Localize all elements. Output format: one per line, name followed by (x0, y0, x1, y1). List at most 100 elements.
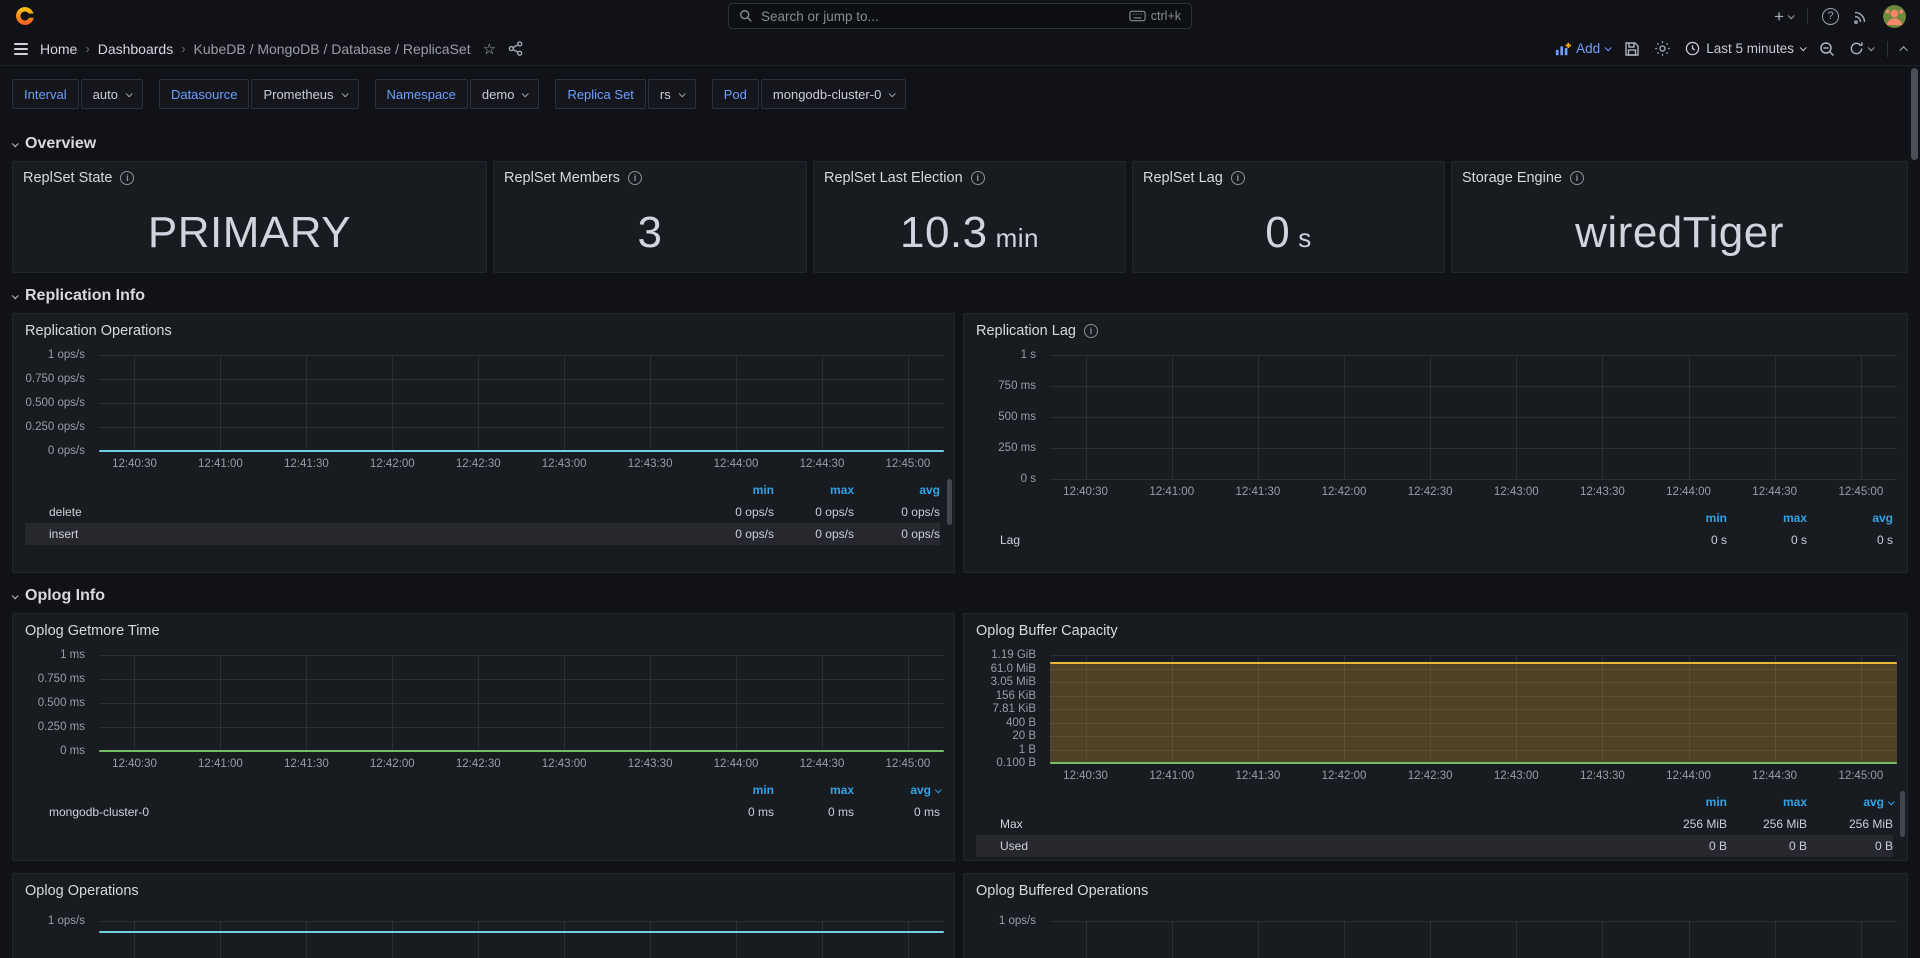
variables-row: IntervalautoDatasourcePrometheusNamespac… (12, 66, 1908, 121)
y-axis-tick: 400 B (1006, 717, 1036, 729)
variable-label: Interval (12, 79, 79, 109)
star-icon[interactable]: ☆ (483, 40, 496, 58)
section-overview[interactable]: Overview (12, 135, 1908, 153)
info-icon[interactable]: i (971, 171, 985, 185)
dashboard-canvas: IntervalautoDatasourcePrometheusNamespac… (0, 66, 1920, 958)
stat-value-text: 0 (1265, 208, 1290, 258)
legend-series-label[interactable]: mongodb-cluster-0 (49, 805, 694, 819)
section-oplog-info[interactable]: Oplog Info (12, 587, 1908, 605)
legend-sort-max[interactable]: max (1727, 795, 1807, 809)
gridline (564, 355, 565, 451)
section-replication-info[interactable]: Replication Info (12, 287, 1908, 305)
legend-series-label[interactable]: insert (49, 527, 694, 541)
legend-scrollbar-thumb[interactable] (1900, 791, 1905, 837)
legend-sort-min[interactable]: min (1647, 795, 1727, 809)
chevron-down-icon (1800, 44, 1807, 51)
legend-sort-min[interactable]: min (694, 483, 774, 497)
legend-scrollbar-thumb[interactable] (947, 479, 952, 525)
gridline (1602, 921, 1603, 958)
y-axis-tick: 1 ops/s (48, 349, 85, 361)
panel-title[interactable]: Replication Operations (13, 314, 954, 339)
refresh-button[interactable] (1849, 41, 1873, 56)
variable-value-dropdown[interactable]: rs (648, 79, 696, 109)
legend-sort-avg[interactable]: avg (1807, 511, 1893, 525)
legend-header-row: minmaxavg (976, 507, 1893, 529)
legend-row: delete0 ops/s0 ops/s0 ops/s (25, 501, 940, 523)
dashboard-settings-icon[interactable] (1654, 40, 1671, 57)
menu-toggle-icon[interactable] (12, 41, 30, 57)
legend-series-label[interactable]: delete (49, 505, 694, 519)
panel-title[interactable]: Oplog Operations (13, 874, 954, 899)
legend-sort-max[interactable]: max (774, 783, 854, 797)
legend-sort-max[interactable]: max (774, 483, 854, 497)
gridline (822, 655, 823, 751)
x-axis: 12:40:3012:41:0012:41:3012:42:0012:42:30… (1050, 486, 1897, 502)
x-axis-tick: 12:40:30 (1063, 770, 1108, 782)
panel-oplog-buffer-capacity: Oplog Buffer Capacity1.19 GiB61.0 MiB3.0… (963, 613, 1908, 861)
legend-sort-avg[interactable]: avg (854, 783, 940, 797)
y-axis-tick: 0 ms (60, 745, 85, 757)
info-icon[interactable]: i (1231, 171, 1245, 185)
x-axis: 12:40:3012:41:0012:41:3012:42:0012:42:30… (99, 758, 944, 774)
gridline (1861, 355, 1862, 479)
collapse-nav-icon[interactable] (1899, 46, 1907, 54)
panel-title[interactable]: Oplog Buffer Capacity (964, 614, 1907, 639)
legend-sort-min[interactable]: min (1647, 511, 1727, 525)
page-scrollbar-thumb[interactable] (1911, 68, 1918, 160)
y-axis: 1 s750 ms500 ms250 ms0 s (964, 355, 1042, 479)
legend: minmaxavgLag0 s0 s0 s (964, 503, 1907, 557)
panel-replication-lag: Replication Lag i 1 s750 ms500 ms250 ms0 s… (963, 313, 1908, 573)
panel-title[interactable]: Oplog Buffered Operations (964, 874, 1907, 899)
info-icon[interactable]: i (628, 171, 642, 185)
help-button[interactable]: ? (1822, 8, 1839, 25)
user-avatar[interactable] (1883, 5, 1906, 28)
legend: minmaxavgmongodb-cluster-00 ms0 ms0 ms (13, 775, 954, 829)
panel-title[interactable]: Oplog Getmore Time (13, 614, 954, 639)
panel-title-text: Replication Lag (976, 323, 1076, 339)
sort-chevron-icon (1888, 798, 1895, 805)
gridline (134, 355, 135, 451)
new-button[interactable]: + (1774, 8, 1793, 25)
stat-panel-title: ReplSet Members i (504, 170, 642, 186)
panel-title[interactable]: Replication Lag i (964, 314, 1907, 339)
info-icon[interactable]: i (1570, 171, 1584, 185)
legend-row: Used0 B0 B0 B (976, 835, 1893, 857)
search-input[interactable]: Search or jump to... ctrl+k (728, 3, 1192, 29)
panel-replication-operations: Replication Operations 1 ops/s0.750 ops/s… (12, 313, 955, 573)
stats-row: ReplSet StateiPRIMARYReplSet Membersi3Re… (12, 161, 1908, 273)
info-icon[interactable]: i (1084, 324, 1098, 338)
legend-series-label[interactable]: Lag (1000, 533, 1647, 547)
breadcrumb-item[interactable]: Dashboards (98, 41, 174, 57)
variable-value-dropdown[interactable]: auto (81, 79, 143, 109)
chart-plot: 1 ops/s0.750 ops/s0.500 ops/s0.250 ops/s… (13, 355, 954, 475)
news-button[interactable] (1853, 8, 1869, 24)
x-axis: 12:40:3012:41:0012:41:3012:42:0012:42:30… (99, 458, 944, 474)
stat-title-text: ReplSet Members (504, 170, 620, 186)
add-panel-button[interactable]: Add (1555, 41, 1610, 56)
grafana-logo-icon[interactable] (14, 5, 36, 27)
save-dashboard-button[interactable] (1624, 41, 1640, 57)
legend-sort-max[interactable]: max (1727, 511, 1807, 525)
legend-series-label[interactable]: Max (1000, 817, 1647, 831)
x-axis-tick: 12:45:00 (886, 458, 931, 470)
page-scrollbar[interactable] (1911, 66, 1918, 954)
variable-value-dropdown[interactable]: mongodb-cluster-0 (761, 79, 906, 109)
time-range-picker[interactable]: Last 5 minutes (1685, 41, 1805, 56)
zoom-out-button[interactable] (1819, 41, 1835, 57)
gridline (1861, 921, 1862, 958)
info-icon[interactable]: i (120, 171, 134, 185)
variable-value-dropdown[interactable]: demo (470, 79, 540, 109)
gridline (1258, 921, 1259, 958)
legend-sort-avg[interactable]: avg (854, 483, 940, 497)
gridline (478, 921, 479, 958)
breadcrumb-item[interactable]: Home (40, 41, 77, 57)
legend-sort-min[interactable]: min (694, 783, 774, 797)
gridline (478, 355, 479, 451)
gridline (99, 355, 944, 356)
legend-series-label[interactable]: Used (1000, 839, 1647, 853)
variable-value-dropdown[interactable]: Prometheus (251, 79, 358, 109)
stat-panel-title: ReplSet Last Electioni (824, 170, 985, 186)
share-icon[interactable] (508, 41, 523, 56)
legend-sort-avg[interactable]: avg (1807, 795, 1893, 809)
x-axis-tick: 12:40:30 (112, 758, 157, 770)
